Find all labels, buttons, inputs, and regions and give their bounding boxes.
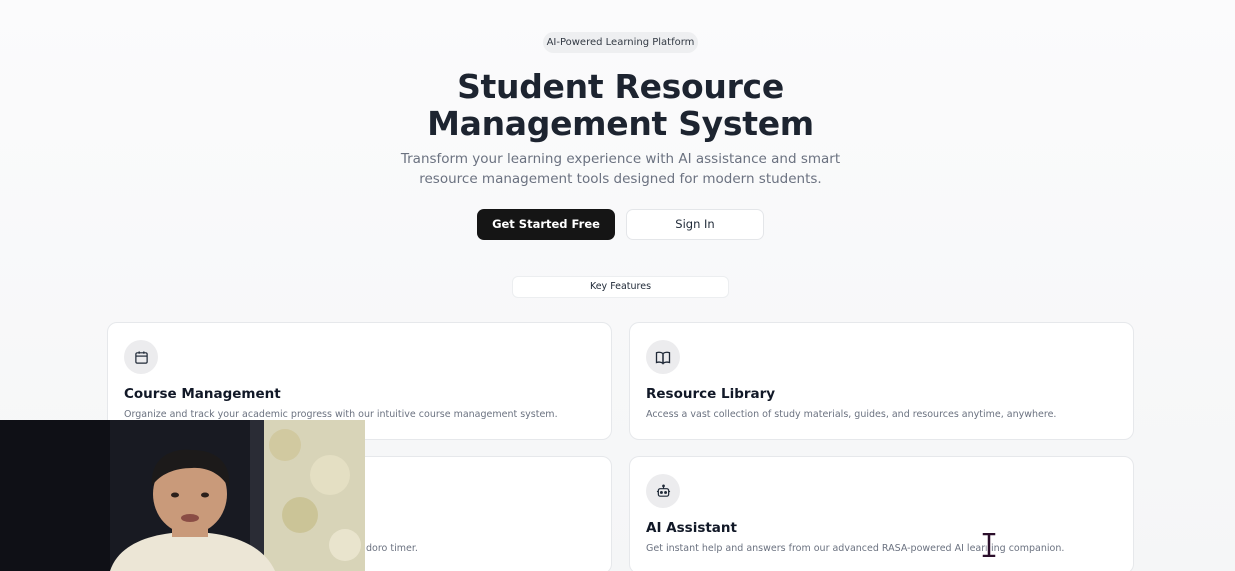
robot-icon <box>646 474 680 508</box>
book-icon <box>646 340 680 374</box>
feature-card-description: Get instant help and answers from our ad… <box>646 543 1065 554</box>
sign-in-button[interactable]: Sign In <box>626 209 764 240</box>
tab-key-features[interactable]: Key Features <box>512 276 729 298</box>
feature-card-description: Access a vast collection of study materi… <box>646 409 1057 420</box>
feature-card-title: Course Management <box>124 386 281 402</box>
feature-card-ai-assistant: AI Assistant Get instant help and answer… <box>629 456 1134 571</box>
feature-card-title: AI Assistant <box>646 520 737 536</box>
hero-subtitle: Transform your learning experience with … <box>0 150 1235 189</box>
hero-subtitle-line-2: resource management tools designed for m… <box>419 170 822 187</box>
feature-card-resource-library: Resource Library Access a vast collectio… <box>629 322 1134 440</box>
text-cursor-icon <box>981 531 997 559</box>
page-title: Student Resource Management System <box>0 68 1235 142</box>
calendar-icon <box>124 340 158 374</box>
feature-card-description: doro timer. <box>366 543 418 554</box>
platform-badge: AI-Powered Learning Platform <box>543 32 698 53</box>
feature-card-title: Resource Library <box>646 386 776 402</box>
feature-card-description: Organize and track your academic progres… <box>124 409 558 420</box>
get-started-button[interactable]: Get Started Free <box>477 209 615 240</box>
page-title-line-2: Management System <box>427 104 814 143</box>
landing-page: AI-Powered Learning Platform Student Res… <box>0 0 1235 571</box>
page-title-line-1: Student Resource <box>457 67 784 106</box>
hero-subtitle-line-1: Transform your learning experience with … <box>400 151 841 167</box>
webcam-overlay <box>0 420 365 571</box>
